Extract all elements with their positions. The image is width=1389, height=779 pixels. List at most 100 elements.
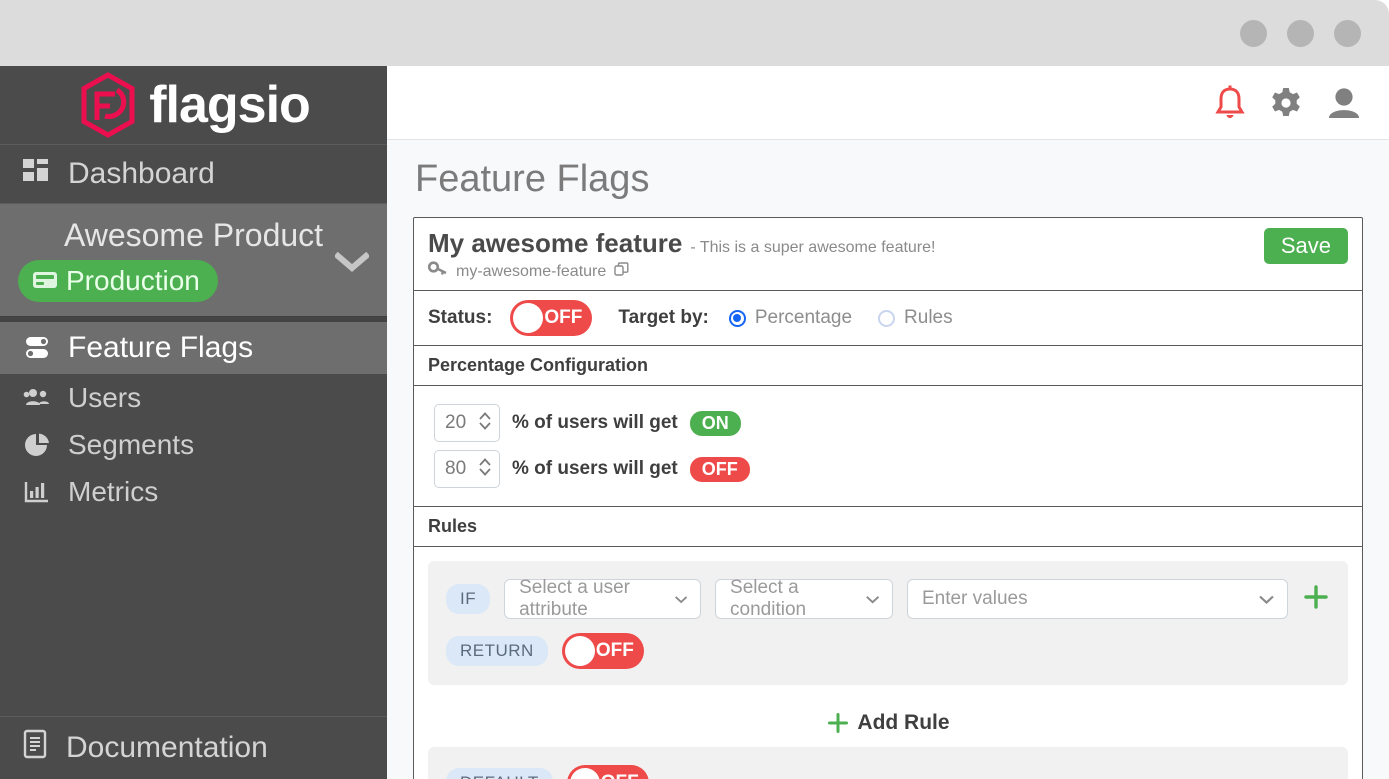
chevron-down-icon — [674, 595, 687, 603]
toggle-knob — [569, 768, 600, 779]
stepper-icon[interactable] — [478, 456, 492, 483]
app-window: flagsio Dashboard Awesome Product Produc… — [0, 0, 1389, 779]
sidebar-item-metrics-label: Metrics — [68, 475, 159, 507]
percentage-on-input[interactable]: 20 — [434, 404, 500, 442]
percentage-off-text: % of users will get — [512, 458, 678, 479]
sidebar: flagsio Dashboard Awesome Product Produc… — [0, 66, 387, 779]
key-icon — [427, 261, 448, 282]
close-dot[interactable] — [1334, 20, 1361, 47]
toggle-knob — [513, 303, 544, 333]
server-icon — [32, 265, 58, 297]
window-chrome-bar — [0, 0, 1389, 66]
rule-condition-line: IF Select a user attribute Select a cond… — [446, 577, 1330, 620]
user-avatar-icon[interactable] — [1325, 86, 1363, 120]
sidebar-item-documentation-label: Documentation — [66, 731, 268, 764]
chevron-down-icon — [865, 595, 879, 604]
sidebar-item-users[interactable]: Users — [0, 374, 387, 421]
plus-icon — [1304, 584, 1328, 609]
sidebar-item-segments-label: Segments — [68, 428, 195, 460]
radio-percentage-label: Percentage — [754, 307, 853, 328]
radio-percentage[interactable]: Percentage — [728, 307, 853, 329]
condition-placeholder: Select a condition — [730, 577, 807, 620]
environment-badge[interactable]: Production — [18, 260, 218, 303]
status-row: Status: OFF Target by: Percentage Rules — [414, 291, 1362, 346]
percentage-on-value: 20 — [445, 412, 467, 433]
add-rule-button[interactable]: Add Rule — [414, 699, 1362, 747]
user-attribute-select[interactable]: Select a user attribute — [504, 577, 702, 620]
radio-rules-indicator — [878, 309, 896, 327]
notification-bell-icon[interactable] — [1213, 84, 1247, 122]
rules-section-title: Rules — [414, 507, 1362, 547]
values-select[interactable]: Enter values — [906, 579, 1288, 619]
condition-select[interactable]: Select a condition — [715, 577, 893, 620]
feature-key: my-awesome-feature — [456, 262, 607, 280]
status-toggle[interactable]: OFF — [510, 300, 593, 336]
bar-chart-icon — [22, 480, 52, 504]
product-selector[interactable]: Awesome Product Production — [0, 204, 387, 318]
percentage-on-text: % of users will get — [512, 412, 678, 433]
top-bar — [387, 66, 1389, 140]
grid-icon — [22, 157, 50, 191]
sidebar-item-segments[interactable]: Segments — [0, 421, 387, 468]
flagsio-logo-icon — [81, 72, 135, 138]
logo-wordmark: flagsio — [149, 76, 311, 134]
rule-return-toggle[interactable]: OFF — [561, 633, 644, 669]
sidebar-item-metrics[interactable]: Metrics — [0, 468, 387, 515]
save-button[interactable]: Save — [1263, 228, 1348, 264]
pie-chart-icon — [22, 432, 52, 458]
default-tag: DEFAULT — [446, 768, 553, 779]
rules-section-body: IF Select a user attribute Select a cond… — [414, 547, 1362, 699]
percentage-off-value: 80 — [445, 458, 467, 479]
percentage-off-input[interactable]: 80 — [434, 450, 500, 488]
sidebar-item-dashboard[interactable]: Dashboard — [0, 145, 387, 204]
maximize-dot[interactable] — [1287, 20, 1314, 47]
default-toggle[interactable]: OFF — [566, 765, 649, 779]
feature-card-header: My awesome feature - This is a super awe… — [414, 218, 1362, 291]
users-icon — [22, 387, 52, 409]
default-rule-row: DEFAULT OFF — [428, 747, 1348, 779]
percentage-section-body: 20 % of users will get ON 80 % of users … — [414, 386, 1362, 507]
status-toggle-label: OFF — [544, 307, 583, 328]
gear-icon[interactable] — [1269, 86, 1303, 120]
add-rule-label: Add Rule — [857, 711, 950, 734]
feature-flag-card: My awesome feature - This is a super awe… — [413, 217, 1363, 779]
feature-description: - This is a super awesome feature! — [690, 239, 936, 256]
target-by-label: Target by: — [618, 307, 709, 328]
rule-return-toggle-label: OFF — [595, 640, 634, 661]
toggle-knob — [564, 636, 595, 666]
rule-item: IF Select a user attribute Select a cond… — [428, 561, 1348, 685]
default-toggle-label: OFF — [601, 772, 639, 779]
percentage-row-on: 20 % of users will get ON — [414, 400, 1362, 446]
sidebar-item-dashboard-label: Dashboard — [68, 157, 215, 190]
chevron-down-icon[interactable] — [335, 252, 369, 272]
user-attribute-placeholder: Select a user attribute — [519, 577, 631, 620]
feature-name: My awesome feature — [428, 228, 683, 258]
plus-icon — [828, 713, 849, 733]
page-title: Feature Flags — [415, 158, 650, 200]
sidebar-item-feature-flags[interactable]: Feature Flags — [0, 322, 387, 375]
percentage-section-title: Percentage Configuration — [414, 346, 1362, 386]
values-placeholder: Enter values — [921, 588, 1028, 609]
return-tag: RETURN — [446, 636, 548, 666]
sidebar-item-documentation[interactable]: Documentation — [0, 716, 387, 779]
document-icon — [22, 729, 48, 767]
stepper-icon[interactable] — [478, 410, 492, 437]
app-logo[interactable]: flagsio — [0, 66, 387, 145]
toggles-icon — [22, 335, 52, 361]
window-controls — [1240, 20, 1361, 47]
minimize-dot[interactable] — [1240, 20, 1267, 47]
sidebar-item-users-label: Users — [68, 381, 142, 413]
radio-rules[interactable]: Rules — [878, 307, 953, 329]
percentage-row-off: 80 % of users will get OFF — [414, 446, 1362, 492]
percentage-off-badge: OFF — [689, 456, 750, 482]
product-name: Awesome Product — [63, 217, 324, 253]
copy-icon[interactable] — [614, 261, 629, 282]
status-label: Status: — [428, 307, 493, 328]
add-condition-button[interactable] — [1302, 583, 1330, 616]
chevron-down-icon — [1259, 595, 1274, 604]
radio-rules-label: Rules — [904, 307, 953, 328]
if-tag: IF — [446, 584, 491, 614]
percentage-on-badge: ON — [689, 410, 741, 436]
main-content: Feature Flags My awesome feature - This … — [387, 66, 1389, 779]
environment-label: Production — [66, 265, 200, 297]
